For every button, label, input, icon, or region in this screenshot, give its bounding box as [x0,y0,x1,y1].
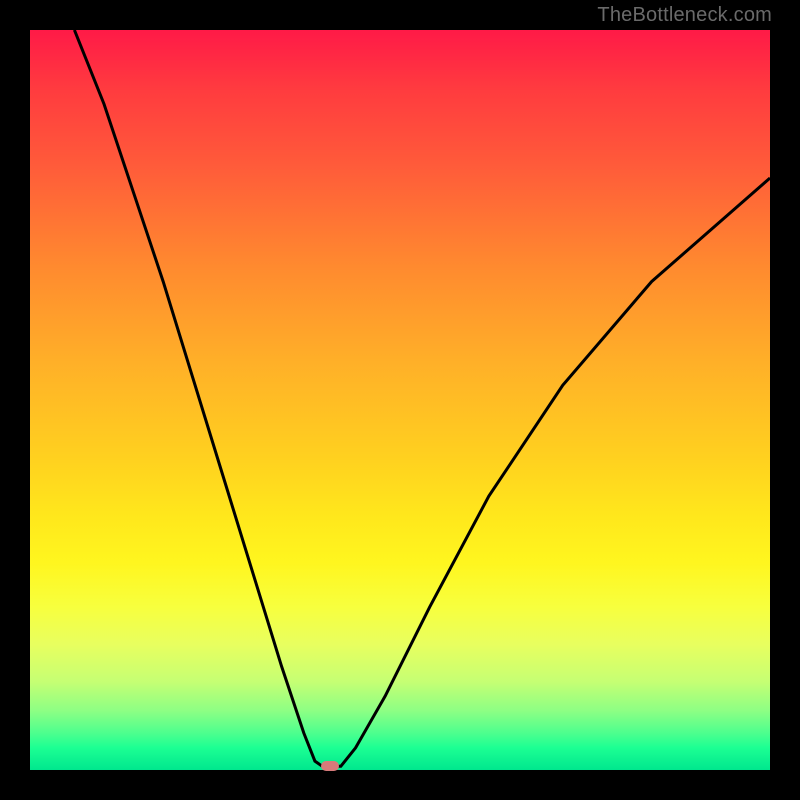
chart-frame: TheBottleneck.com [0,0,800,800]
gradient-plot-area [30,30,770,770]
watermark-text: TheBottleneck.com [597,4,772,27]
optimum-marker [321,761,339,771]
